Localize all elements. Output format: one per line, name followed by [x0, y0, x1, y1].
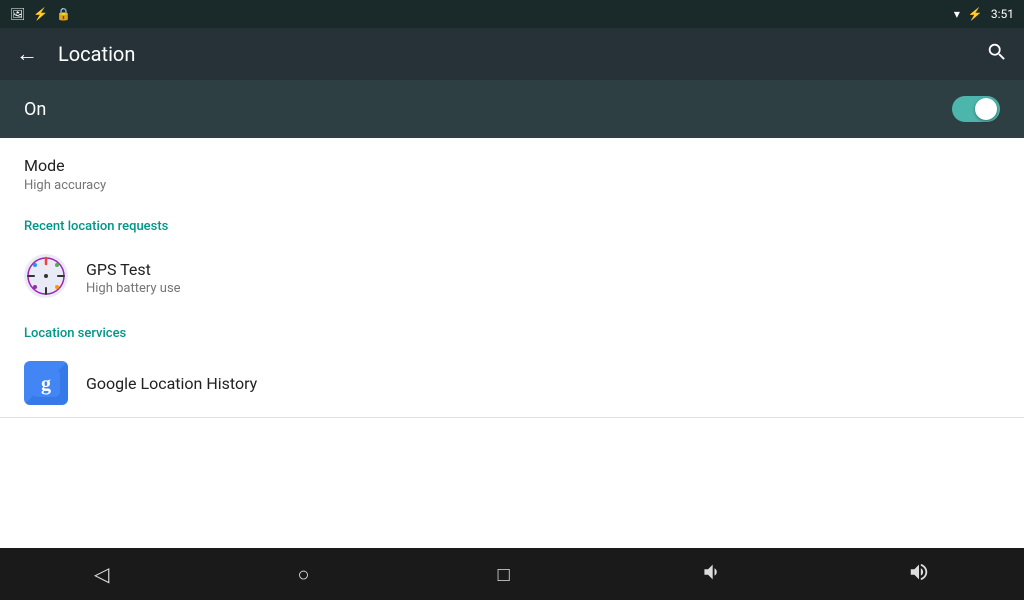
- google-icon: g: [24, 361, 68, 405]
- google-location-text: Google Location History: [86, 374, 257, 393]
- home-nav-button[interactable]: ○: [298, 562, 310, 587]
- lock-icon: 🔒: [56, 7, 71, 21]
- status-icons-left: 🖼 ⚡ 🔒: [10, 7, 71, 21]
- usb-icon: ⚡: [33, 7, 48, 21]
- status-icons-right: ▾ ⚡ 3:51: [954, 7, 1014, 21]
- google-location-history-item[interactable]: g Google Location History: [0, 349, 1024, 417]
- image-icon: 🖼: [10, 7, 25, 21]
- mode-subtitle: High accuracy: [24, 178, 1000, 193]
- volume-down-button[interactable]: [698, 561, 720, 588]
- toggle-row[interactable]: On: [0, 80, 1024, 138]
- list-item[interactable]: GPS Test High battery use: [0, 242, 1024, 314]
- recent-nav-button[interactable]: □: [498, 562, 510, 587]
- svg-text:g: g: [41, 373, 51, 395]
- toggle-knob: [975, 98, 997, 120]
- top-bar-left: ← Location: [16, 41, 135, 67]
- gps-test-name: GPS Test: [86, 260, 181, 279]
- divider: [0, 417, 1024, 418]
- location-services-heading: Location services: [0, 314, 1024, 349]
- google-location-name: Google Location History: [86, 374, 257, 393]
- main-content: Mode High accuracy Recent location reque…: [0, 138, 1024, 548]
- bottom-nav: ◁ ○ □: [0, 548, 1024, 600]
- time-display: 3:51: [991, 7, 1014, 21]
- gps-test-icon: [24, 254, 68, 302]
- gps-test-detail: High battery use: [86, 281, 181, 296]
- back-button[interactable]: ←: [16, 41, 38, 67]
- status-bar: 🖼 ⚡ 🔒 ▾ ⚡ 3:51: [0, 0, 1024, 28]
- battery-icon: ⚡: [968, 7, 983, 21]
- volume-up-button[interactable]: [908, 561, 930, 588]
- search-button[interactable]: [986, 41, 1008, 68]
- toggle-label: On: [24, 99, 46, 120]
- mode-title: Mode: [24, 156, 1000, 175]
- page-title: Location: [58, 42, 135, 66]
- location-toggle[interactable]: [952, 96, 1000, 122]
- mode-section[interactable]: Mode High accuracy: [0, 138, 1024, 207]
- recent-requests-heading: Recent location requests: [0, 207, 1024, 242]
- wifi-icon: ▾: [954, 7, 960, 21]
- back-nav-button[interactable]: ◁: [94, 562, 109, 586]
- gps-test-text: GPS Test High battery use: [86, 260, 181, 296]
- top-bar: ← Location: [0, 28, 1024, 80]
